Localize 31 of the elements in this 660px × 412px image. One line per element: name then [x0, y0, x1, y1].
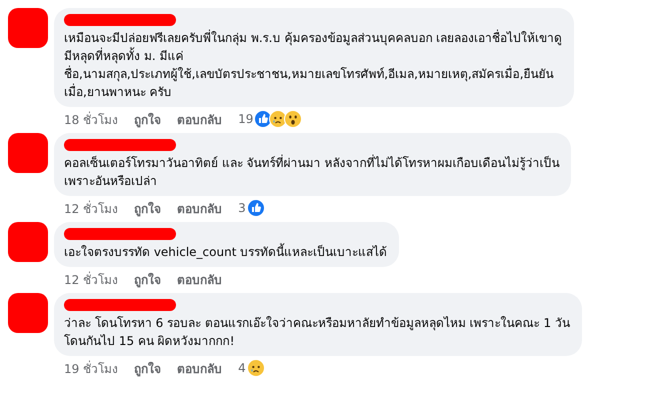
- comment-text: คอลเซ็นเตอร์โทรมาวันอาทิตย์ และ จันทร์ที่ผ่านมา หลังจากที่ไม่ได้โทรหาผมเกือบเดือนไม่รู้ว่าเป็น: [64, 154, 560, 172]
- comment-text: เพราะอันหรือเปล่า: [64, 173, 158, 190]
- like-link[interactable]: ถูกใจ: [134, 358, 162, 378]
- like-link[interactable]: ถูกใจ: [134, 270, 162, 288]
- like-link[interactable]: ถูกใจ: [134, 110, 162, 128]
- reply-link[interactable]: ตอบกลับ: [177, 110, 222, 128]
- reply-link[interactable]: ตอบกลับ: [177, 198, 222, 218]
- redacted-avatar: [8, 293, 48, 333]
- comment-text: เอะใจตรงบรรทัด vehicle_count บรรทัดนี้แหละเป็นเบาะแสได้: [64, 243, 388, 261]
- reaction-count[interactable]: 4: [238, 361, 246, 375]
- redacted-avatar: [8, 8, 48, 48]
- reaction-count[interactable]: 3: [238, 201, 246, 215]
- reply-link[interactable]: ตอบกลับ: [177, 358, 222, 378]
- like-reaction-icon[interactable]: [246, 199, 265, 217]
- comment-text: ชื่อ,นามสกุล,ประเภทผู้ใช้,เลขบัตรประชาชน,หมายเลขโทรศัพท์,อีเมล,หมายเหตุ,สมัครเมื่อ,ยืนยัน: [64, 65, 555, 83]
- redacted-avatar: [8, 222, 48, 262]
- comment-time[interactable]: 12 ชั่วโมง: [64, 198, 118, 218]
- redacted-avatar: [8, 133, 48, 173]
- comment-text: เหมือนจะมีปล่อยฟรีเลยครับพี่ในกลุ่ม พ.ร.บ คุ้มครองข้อมูลส่วนบุคคลบอก เลยลองเอาชื่อไปให้เขาดู: [64, 29, 562, 47]
- sad-face-icon[interactable]: [246, 359, 265, 377]
- comment-text: เมื่อ,ยานพาหนะ ครับ: [64, 83, 173, 101]
- reaction-count[interactable]: 19: [238, 112, 254, 126]
- comment-text: มีหลุดที่หลุดทั้ง ม. มีแค่: [64, 47, 184, 65]
- comment-text: ว่าละ โดนโทรหา 6 รอบละ ตอนแรกเอ๊ะใจว่าคณะหรือมหาลัยทำข้อมูลหลุดไหม เพราะในคณะ 1 วัน: [64, 315, 570, 332]
- comment-time[interactable]: 18 ชั่วโมง: [64, 110, 118, 128]
- comment-time[interactable]: 19 ชั่วโมง: [64, 358, 118, 378]
- like-link[interactable]: ถูกใจ: [134, 198, 162, 218]
- reply-link[interactable]: ตอบกลับ: [177, 270, 222, 288]
- comment-time[interactable]: 12 ชั่วโมง: [64, 270, 118, 288]
- wow-face-icon[interactable]: [284, 110, 302, 128]
- comment-text: โดนกันไป 15 คน ผิดหวังมากกก!: [64, 333, 236, 350]
